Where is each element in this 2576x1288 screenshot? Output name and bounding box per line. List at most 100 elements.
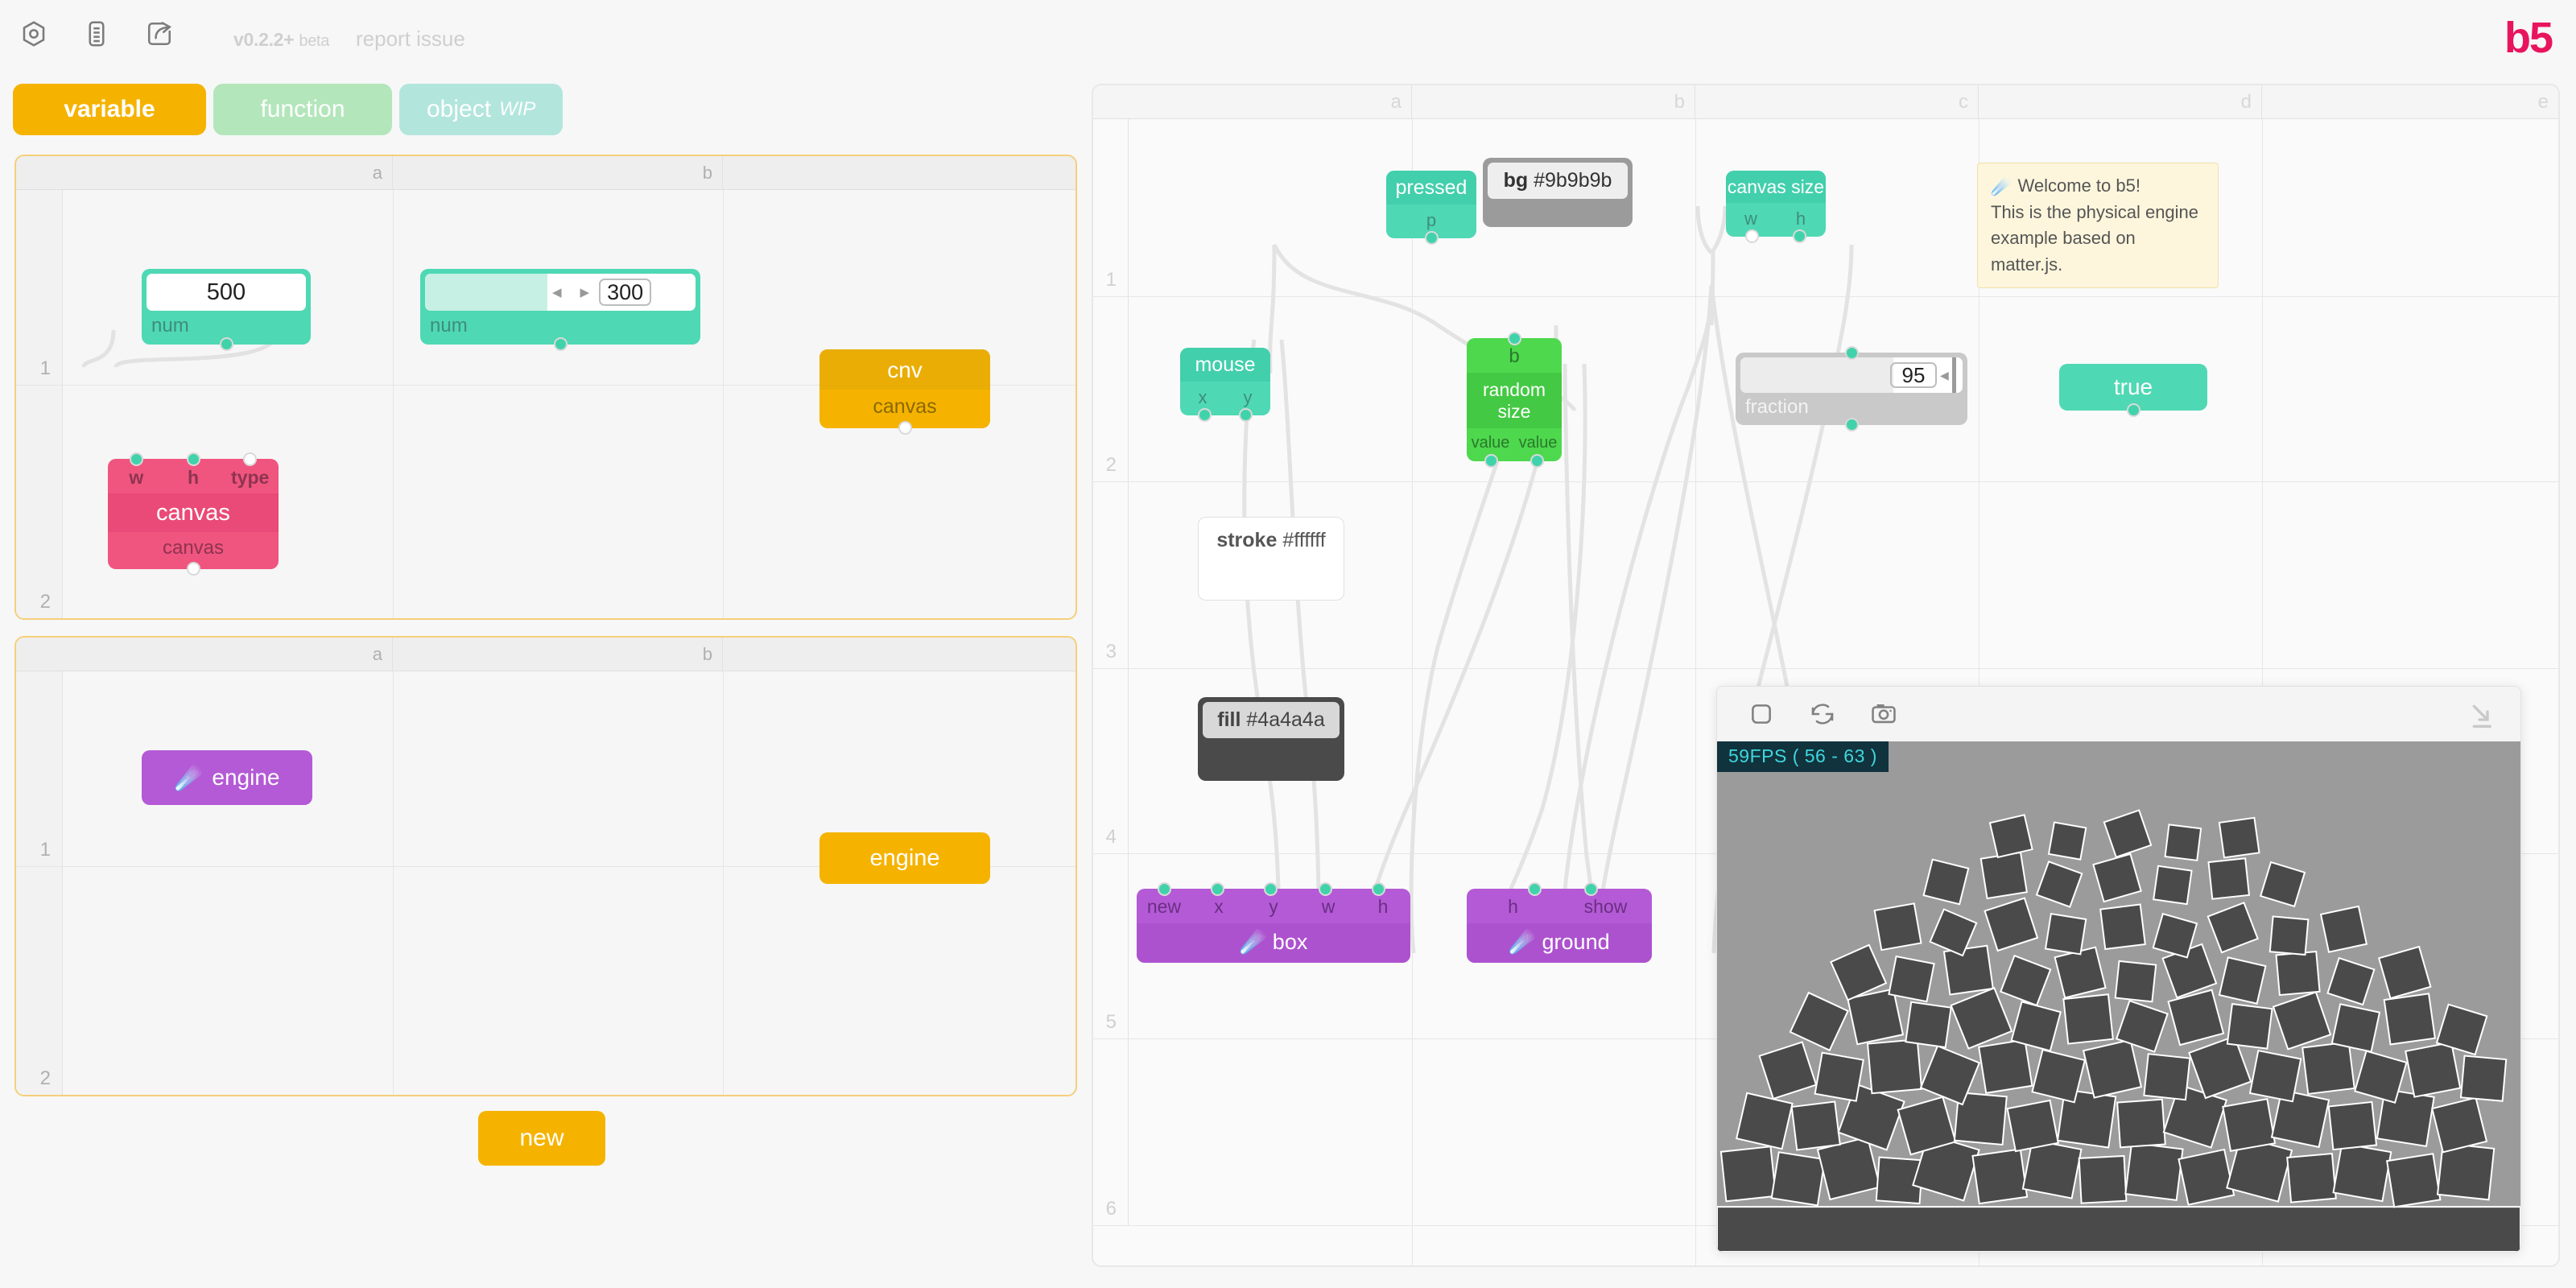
node-engine-ref[interactable]: ☄️ engine xyxy=(142,750,312,805)
canvas-size-title: canvas size xyxy=(1726,171,1826,203)
num-300-arrow-right[interactable]: ▶ xyxy=(580,285,590,299)
num-300-value[interactable]: 300 xyxy=(599,279,651,306)
physics-boxes xyxy=(1717,741,2520,1252)
canvas-size-pin-w[interactable] xyxy=(1745,229,1759,243)
box-pin-h[interactable] xyxy=(1372,882,1385,896)
cnv-title: cnv xyxy=(819,349,990,390)
box-port-new: new xyxy=(1137,896,1191,918)
node-pressed[interactable]: pressed p xyxy=(1386,171,1476,238)
node-true[interactable]: true xyxy=(2059,364,2207,411)
cnv-pin-out[interactable] xyxy=(898,421,912,435)
stop-icon[interactable] xyxy=(1748,700,1775,728)
tooltip-title: Welcome to b5! xyxy=(2018,175,2140,196)
preview-stage[interactable]: 59FPS ( 56 - 63 ) xyxy=(1717,741,2520,1252)
canvas-size-pin-h[interactable] xyxy=(1793,229,1806,243)
tab-object[interactable]: objectWIP xyxy=(399,84,563,135)
canvas-port-h: h xyxy=(165,467,222,489)
resize-icon[interactable] xyxy=(2467,700,2500,736)
right-row-3: 3 xyxy=(1093,481,1129,668)
tooltip-line-2: This is the physical engine xyxy=(1991,200,2205,226)
engine-ref-label: engine xyxy=(212,765,279,791)
node-box[interactable]: new x y w h ☄️ box xyxy=(1137,889,1410,963)
num-300-slider-row[interactable]: ◀ ▶ 300 xyxy=(425,274,696,311)
node-engine-out[interactable]: engine xyxy=(819,832,990,884)
fraction-pin-out[interactable] xyxy=(1845,418,1859,431)
mouse-pin-y[interactable] xyxy=(1239,408,1253,422)
fraction-value[interactable]: 95 xyxy=(1890,362,1937,388)
mouse-pin-x[interactable] xyxy=(1198,408,1212,422)
random-size-outputs: value value xyxy=(1467,428,1562,461)
node-canvas-size[interactable]: canvas size w h xyxy=(1726,171,1826,237)
panel-a-row-1-label: 1 xyxy=(40,357,51,380)
camera-icon[interactable] xyxy=(1870,700,1897,728)
fraction-arrow-left[interactable]: ◀ xyxy=(1940,369,1949,382)
bg-key: bg xyxy=(1504,169,1529,192)
node-num-300[interactable]: ◀ ▶ 300 num xyxy=(420,269,700,345)
new-button[interactable]: new xyxy=(478,1111,605,1166)
panel-a-col-a: a xyxy=(63,156,393,190)
refresh-icon[interactable] xyxy=(1809,700,1836,728)
right-row-2-label: 2 xyxy=(1106,454,1117,477)
right-row-1: 1 xyxy=(1093,119,1129,296)
node-ground[interactable]: h show ☄️ ground xyxy=(1467,889,1652,963)
node-fraction[interactable]: 95 ◀ fraction xyxy=(1736,353,1967,425)
ground-pin-show[interactable] xyxy=(1584,882,1598,896)
document-icon[interactable] xyxy=(80,18,113,50)
ground-port-show: show xyxy=(1559,896,1652,918)
fraction-grip[interactable] xyxy=(1952,357,1956,393)
box-title-row: ☄️ box xyxy=(1137,923,1410,963)
canvas-pin-w[interactable] xyxy=(130,452,143,466)
box-pin-y[interactable] xyxy=(1264,882,1278,896)
true-pin-out[interactable] xyxy=(2127,403,2140,417)
fraction-track[interactable] xyxy=(1740,357,1893,393)
box-pin-new[interactable] xyxy=(1158,882,1171,896)
tab-function[interactable]: function xyxy=(213,84,392,135)
node-stroke[interactable]: stroke #ffffff xyxy=(1198,517,1344,601)
canvas-pin-out[interactable] xyxy=(187,562,200,576)
ground-title-row: ☄️ ground xyxy=(1467,923,1652,963)
random-size-pin-out2[interactable] xyxy=(1530,454,1544,468)
fill-chip[interactable]: fill #4a4a4a xyxy=(1203,702,1340,738)
num-500-output-pin[interactable] xyxy=(220,337,233,351)
node-canvas[interactable]: w h type canvas canvas xyxy=(108,459,279,569)
app-header: v0.2.2+ beta report issue b5 xyxy=(0,0,2576,80)
pressed-pin-out[interactable] xyxy=(1425,231,1439,245)
node-mouse[interactable]: mouse x y xyxy=(1180,348,1270,415)
num-300-arrows[interactable]: ◀ ▶ xyxy=(552,285,589,299)
right-col-c: c xyxy=(1695,85,1979,119)
num-500-value[interactable]: 500 xyxy=(147,274,306,311)
box-pin-w[interactable] xyxy=(1319,882,1332,896)
num-300-arrow-left[interactable]: ◀ xyxy=(552,285,562,299)
stroke-key: stroke xyxy=(1216,529,1277,551)
canvas-pin-type[interactable] xyxy=(243,452,257,466)
canvas-pin-h[interactable] xyxy=(187,452,200,466)
num-300-output-pin[interactable] xyxy=(554,337,568,351)
node-num-500[interactable]: 500 num xyxy=(142,269,311,345)
node-bg[interactable]: bg #9b9b9b xyxy=(1483,158,1633,227)
right-col-e: e xyxy=(2262,85,2558,119)
box-pin-x[interactable] xyxy=(1211,882,1224,896)
random-size-pin-out1[interactable] xyxy=(1484,454,1498,468)
panel-b-col-c xyxy=(723,638,1075,671)
tab-variable[interactable]: variable xyxy=(13,84,206,135)
fraction-slider-row[interactable]: 95 ◀ xyxy=(1740,357,1963,393)
share-icon[interactable] xyxy=(143,18,175,50)
target-icon[interactable] xyxy=(18,18,50,50)
box-title: box xyxy=(1273,930,1308,954)
bg-chip[interactable]: bg #9b9b9b xyxy=(1488,163,1628,199)
canvas-size-ports: w h xyxy=(1726,203,1826,237)
right-col-a: a xyxy=(1129,85,1412,119)
fraction-pin-in[interactable] xyxy=(1845,346,1859,360)
node-cnv[interactable]: cnv canvas xyxy=(819,349,990,428)
right-hline-3 xyxy=(1093,668,2558,669)
stroke-chip[interactable]: stroke #ffffff xyxy=(1203,522,1339,559)
report-issue-link[interactable]: report issue xyxy=(356,27,465,52)
random-size-pin-b[interactable] xyxy=(1508,332,1521,345)
ground-pin-h[interactable] xyxy=(1528,882,1542,896)
num-300-track[interactable] xyxy=(425,274,547,311)
right-hline-2 xyxy=(1093,481,2558,482)
node-random-size[interactable]: b random size value value xyxy=(1467,338,1562,461)
right-row-5: 5 xyxy=(1093,853,1129,1038)
tooltip-line-1: ☄️ Welcome to b5! xyxy=(1991,173,2205,200)
node-fill[interactable]: fill #4a4a4a xyxy=(1198,697,1344,781)
